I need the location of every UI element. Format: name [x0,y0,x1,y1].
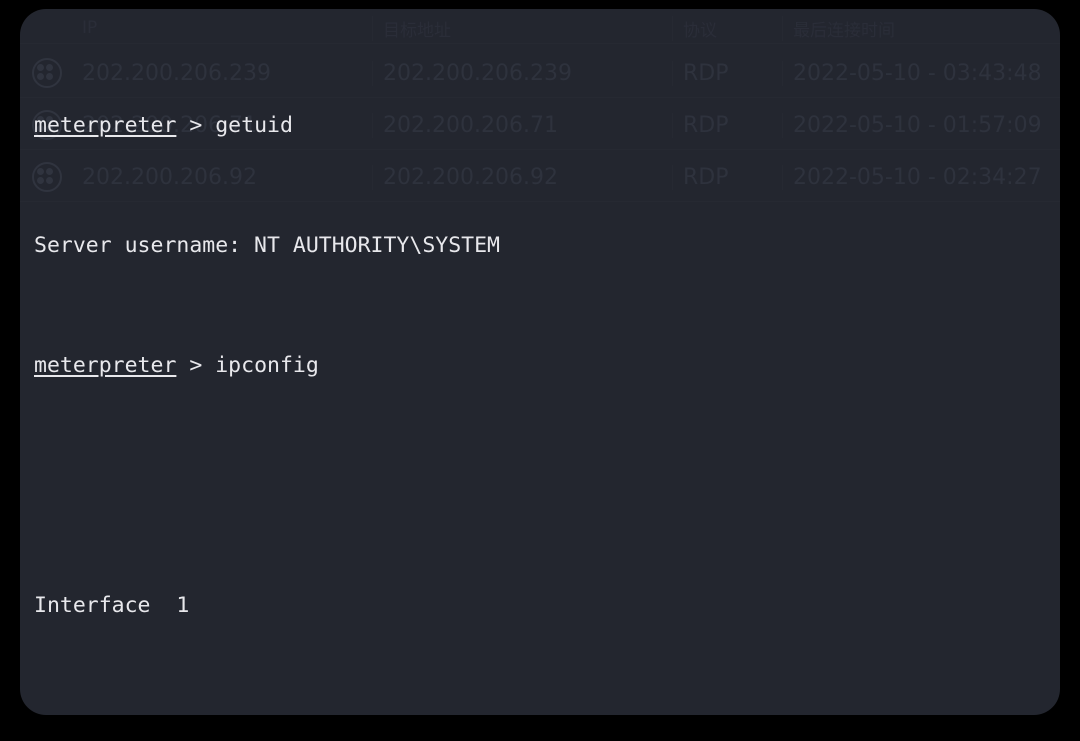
prompt-command: ipconfig [215,353,319,378]
terminal-line-iface1-heading: Interface 1 [34,593,190,618]
terminal-line-iface1-rule [34,711,1044,715]
terminal-line-server-username: Server username: NT AUTHORITY\SYSTEM [34,233,500,258]
prompt-command: getuid [215,113,293,138]
terminal-line-prompt-ipconfig: meterpreter > ipconfig [34,351,1044,381]
prompt-separator: > [176,113,216,138]
terminal-output[interactable]: meterpreter > getuid Server username: NT… [34,21,1044,715]
screenshot-root: IP 目标地址 协议 最后连接时间 202.200.206.239 202.20… [0,0,1080,741]
prompt-user: meterpreter [34,113,177,138]
prompt-user: meterpreter [34,353,177,378]
prompt-separator: > [176,353,216,378]
terminal-line-prompt-getuid: meterpreter > getuid [34,111,1044,141]
terminal-panel: IP 目标地址 协议 最后连接时间 202.200.206.239 202.20… [20,9,1060,715]
